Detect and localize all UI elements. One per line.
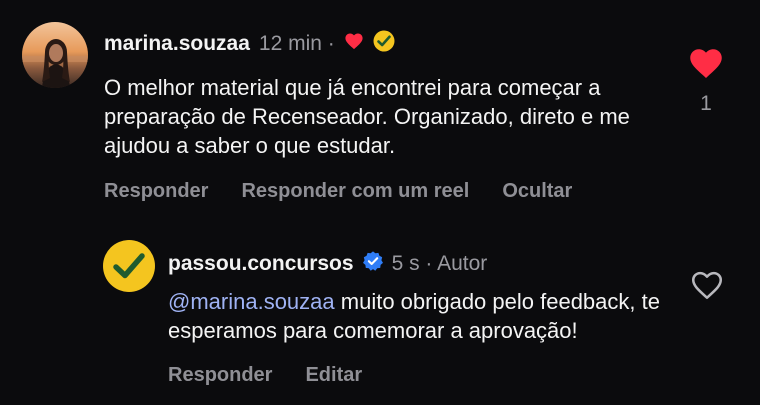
heart-filled-icon — [690, 49, 722, 78]
separator-dot: · — [327, 31, 335, 55]
heart-filled-icon — [344, 32, 364, 55]
reply-meta: 5 s · Autor — [392, 252, 488, 276]
separator-dot: · — [425, 251, 433, 275]
comment-header: marina.souzaa 12 min · — [104, 30, 395, 57]
reply-actions: Responder Editar — [168, 364, 362, 387]
reply-avatar[interactable] — [103, 240, 155, 292]
checkmark-icon — [373, 30, 395, 57]
reply-button[interactable]: Responder — [104, 180, 208, 203]
reply-header: passou.concursos 5 s · Autor — [168, 250, 487, 277]
reply-button[interactable]: Responder — [168, 364, 272, 387]
like-count: 1 — [700, 92, 712, 115]
comment-username[interactable]: marina.souzaa — [104, 32, 250, 56]
like-button[interactable] — [688, 46, 724, 80]
heart-outline-icon — [691, 271, 723, 300]
comment-thread: marina.souzaa 12 min · O melhor material… — [0, 0, 760, 405]
verified-badge-icon — [362, 250, 384, 277]
comment-actions: Responder Responder com um reel Ocultar — [104, 180, 572, 203]
hide-button[interactable]: Ocultar — [502, 180, 572, 203]
reply-username[interactable]: passou.concursos — [168, 252, 354, 276]
reply-text: @marina.souzaa muito obrigado pelo feedb… — [168, 287, 668, 345]
reply-with-reel-button[interactable]: Responder com um reel — [241, 180, 469, 203]
checkmark-icon — [104, 241, 154, 291]
like-button[interactable] — [690, 269, 724, 301]
reply-time: 5 s — [391, 251, 420, 275]
edit-button[interactable]: Editar — [305, 364, 362, 387]
author-label: Autor — [437, 251, 488, 275]
mention-link[interactable]: @marina.souzaa — [168, 289, 335, 314]
comment-time: 12 min · — [259, 32, 335, 56]
avatar[interactable] — [22, 22, 88, 88]
comment-time-text: 12 min — [258, 31, 322, 55]
comment-text: O melhor material que já encontrei para … — [104, 75, 630, 158]
